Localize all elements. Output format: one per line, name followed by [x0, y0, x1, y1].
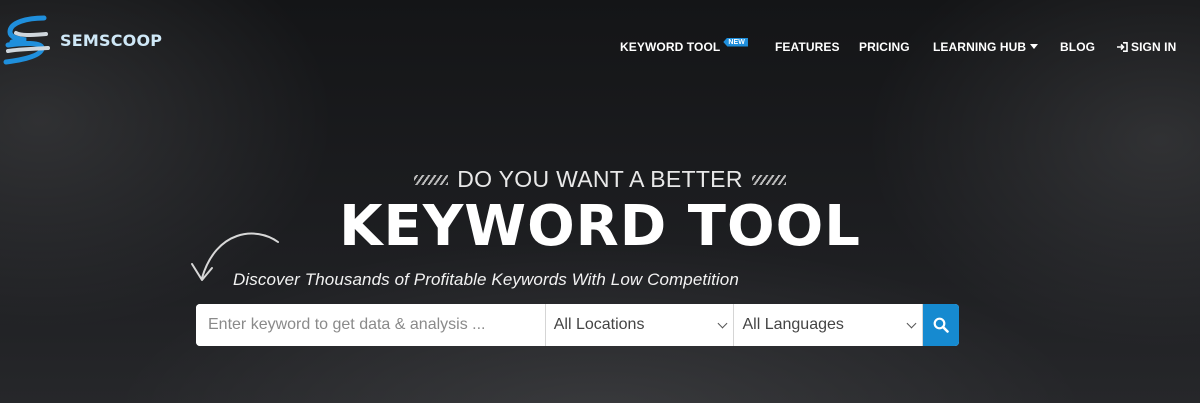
chevron-down-icon [906, 318, 917, 329]
hero-headline: KEYWORD TOOL [339, 194, 861, 259]
hatch-decoration-right [751, 174, 786, 185]
chevron-down-icon [718, 318, 728, 329]
nav-features-label: FEATURES [775, 40, 840, 54]
search-icon [933, 317, 949, 333]
sign-in-icon [1117, 42, 1128, 52]
location-select-value: All Locations [553, 316, 645, 333]
search-button[interactable] [923, 304, 959, 346]
keyword-input[interactable] [196, 304, 546, 346]
nav-learning-hub-label: LEARNING HUB [933, 40, 1027, 54]
nav-blog-label: BLOG [1060, 40, 1096, 54]
main-nav: KEYWORD TOOL NEW FEATURES PRICING LEARNI… [0, 37, 1200, 58]
nav-keyword-tool-label: KEYWORD TOOL [620, 40, 721, 54]
hatch-decoration-left [414, 174, 449, 185]
hero-subline: Discover Thousands of Profitable Keyword… [233, 270, 739, 289]
language-select-value: All Languages [742, 316, 844, 333]
keyword-search-form: All Locations All Languages [196, 304, 959, 346]
caret-down-icon [1030, 43, 1039, 49]
nav-learning-hub[interactable]: LEARNING HUB [933, 40, 1039, 54]
nav-pricing-label: PRICING [859, 40, 910, 54]
location-select[interactable]: All Locations [546, 304, 735, 346]
hero-eyebrow-text: DO YOU WANT A BETTER [457, 166, 743, 192]
hero-eyebrow: DO YOU WANT A BETTER [0, 166, 1200, 193]
nav-features[interactable]: FEATURES [775, 40, 840, 54]
nav-pricing[interactable]: PRICING [859, 40, 910, 54]
new-badge: NEW [723, 37, 748, 47]
nav-blog[interactable]: BLOG [1060, 40, 1095, 54]
language-select[interactable]: All Languages [734, 304, 924, 346]
nav-sign-in[interactable]: SIGN IN [1117, 40, 1176, 54]
nav-keyword-tool[interactable]: KEYWORD TOOL NEW [620, 37, 748, 54]
nav-sign-in-label: SIGN IN [1131, 40, 1177, 54]
